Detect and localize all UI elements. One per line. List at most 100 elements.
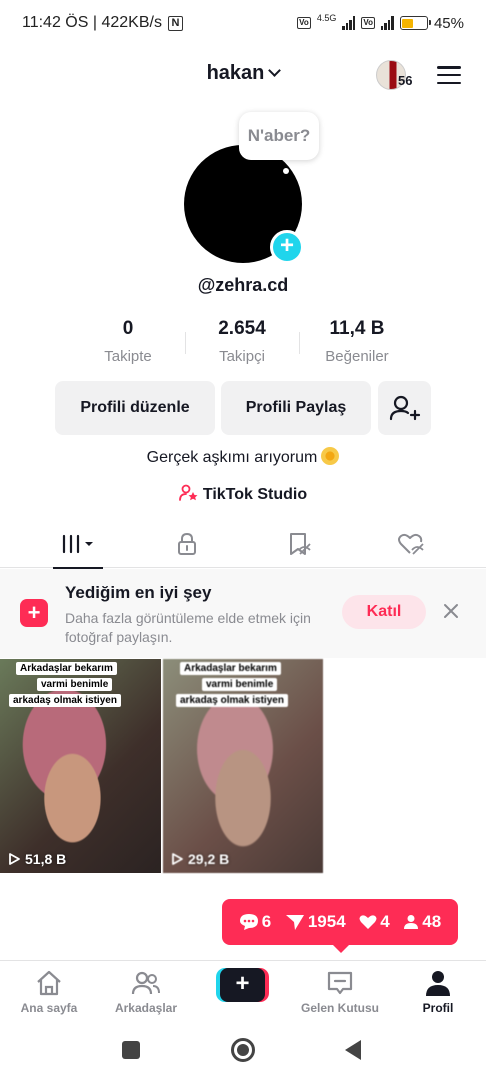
nfc-icon: N xyxy=(167,15,183,31)
recents-icon[interactable] xyxy=(122,1041,140,1059)
profile-stats: 0 Takipte 2.654 Takipçi 11,4 B Beğeniler xyxy=(0,318,486,368)
username-label: hakan xyxy=(206,62,265,84)
followers-count-group: 48 xyxy=(403,912,441,932)
profile-bio: Gerçek aşkımı arıyorum xyxy=(0,447,486,467)
stat-likes[interactable]: 11,4 B Beğeniler xyxy=(297,318,417,365)
status-time: 11:42 ÖS | 422KB/s xyxy=(22,14,162,31)
inbox-icon xyxy=(327,971,353,995)
nav-friends-label: Arkadaşlar xyxy=(114,1001,178,1015)
play-icon xyxy=(172,853,183,865)
flower-emoji-icon xyxy=(321,447,340,465)
comments-count-group: 6 xyxy=(239,912,271,932)
stat-label: Takipçi xyxy=(219,348,265,365)
note-bubble[interactable]: N'aber? xyxy=(239,112,319,160)
views-count: 51,8 B xyxy=(25,851,67,867)
home-circle-icon[interactable] xyxy=(231,1038,255,1062)
stat-value: 2.654 xyxy=(218,318,266,339)
promo-title: Yediğim en iyi şey xyxy=(65,583,212,602)
bottom-navigation: Ana sayfa Arkadaşlar + Gelen Kutusu Prof… xyxy=(0,960,486,1022)
tab-liked[interactable] xyxy=(350,520,471,568)
stat-followers[interactable]: 2.654 Takipçi xyxy=(182,318,302,365)
share-profile-button[interactable]: Profili Paylaş xyxy=(221,381,371,435)
close-icon[interactable] xyxy=(441,601,461,621)
edit-profile-button[interactable]: Profili düzenle xyxy=(55,381,215,435)
stat-following[interactable]: 0 Takipte xyxy=(68,318,188,365)
volte-icon-2: Vo xyxy=(361,17,375,29)
stat-value: 0 xyxy=(122,318,134,339)
account-switcher[interactable]: hakan xyxy=(0,62,486,85)
profile-handle: @zehra.cd xyxy=(197,275,289,295)
stat-label: Takipte xyxy=(104,348,152,365)
tab-videos[interactable] xyxy=(17,520,138,569)
tiktok-studio-link[interactable]: TikTok Studio xyxy=(0,484,486,504)
nav-inbox-label: Gelen Kutusu xyxy=(300,1001,379,1015)
video-caption-line: Arkadaşlar bekarım xyxy=(16,662,117,675)
nav-inbox[interactable]: Gelen Kutusu xyxy=(292,969,388,1015)
nav-friends[interactable]: Arkadaşlar xyxy=(98,969,194,1015)
activity-notification[interactable]: 6 1954 4 48 xyxy=(222,899,458,953)
share-arrow-icon xyxy=(285,915,304,930)
video-caption-line: varmi benimle xyxy=(202,678,278,691)
likes-count-group: 4 xyxy=(359,912,390,932)
nav-home-label: Ana sayfa xyxy=(20,1001,78,1015)
video-caption-line: varmi benimle xyxy=(37,678,113,691)
video-caption-line: Arkadaşlar bekarım xyxy=(180,662,281,675)
status-bar: 11:42 ÖS | 422KB/s N Vo 4.5G Vo 45% xyxy=(0,0,486,46)
video-views: 51,8 B xyxy=(8,851,66,867)
heart-hidden-icon xyxy=(397,533,424,555)
signal-icon xyxy=(342,16,356,30)
story-count: 56 xyxy=(398,73,413,88)
promo-banner: + Yediğim en iyi şey Daha fazla görüntül… xyxy=(0,569,486,658)
video-views: 29,2 B xyxy=(171,851,229,867)
stat-value: 11,4 B xyxy=(329,318,385,339)
tab-saved[interactable] xyxy=(239,520,360,568)
nav-profile[interactable]: Profil xyxy=(390,969,486,1015)
studio-label: TikTok Studio xyxy=(202,486,308,503)
heart-icon xyxy=(359,915,377,929)
comment-icon xyxy=(239,914,258,930)
add-avatar-icon[interactable]: + xyxy=(270,230,304,264)
back-icon[interactable] xyxy=(345,1040,361,1060)
profile-icon xyxy=(426,971,450,996)
followers-count: 48 xyxy=(422,912,442,931)
bookmark-hidden-icon xyxy=(289,533,311,555)
play-icon xyxy=(9,853,20,865)
join-button[interactable]: Katıl xyxy=(342,595,426,629)
video-caption-line: arkadaş olmak istiyen xyxy=(9,694,121,707)
person-icon xyxy=(404,915,419,929)
shares-count-group: 1954 xyxy=(285,912,346,932)
chevron-down-icon xyxy=(268,64,282,77)
stat-label: Beğeniler xyxy=(325,348,389,365)
bubble-tail xyxy=(283,168,289,174)
plus-icon: + xyxy=(220,968,265,1002)
grid-icon xyxy=(62,534,93,554)
add-friend-button[interactable] xyxy=(378,381,431,435)
profile-header: hakan 56 xyxy=(0,52,486,96)
tab-private[interactable] xyxy=(126,520,247,568)
bio-text: Gerçek aşkımı arıyorum xyxy=(146,449,318,466)
nav-home[interactable]: Ana sayfa xyxy=(1,969,97,1015)
views-count: 29,2 B xyxy=(188,851,230,867)
signal-icon-2 xyxy=(380,16,394,30)
studio-person-icon xyxy=(178,484,198,501)
comments-count: 6 xyxy=(261,912,272,931)
add-person-icon xyxy=(389,395,421,421)
nav-profile-label: Profil xyxy=(422,1001,454,1015)
promo-subtitle: Daha fazla görüntüleme elde etmek için f… xyxy=(65,610,311,645)
volte-icon: Vo xyxy=(297,17,311,29)
system-navigation xyxy=(0,1022,486,1080)
video-caption-line: arkadaş olmak istiyen xyxy=(176,694,288,707)
likes-count: 4 xyxy=(380,912,390,931)
video-thumbnail[interactable]: Arkadaşlar bekarım varmi benimle arkadaş… xyxy=(0,659,161,873)
battery-percent: 45% xyxy=(433,14,464,32)
lock-icon xyxy=(177,532,196,555)
friends-icon xyxy=(131,971,160,995)
video-thumbnail[interactable]: Arkadaşlar bekarım varmi benimle arkadaş… xyxy=(163,659,323,873)
network-type: 4.5G xyxy=(316,13,337,23)
add-photo-icon: + xyxy=(20,599,48,627)
menu-icon[interactable] xyxy=(437,66,461,84)
home-icon xyxy=(37,970,61,996)
battery-icon xyxy=(399,16,431,30)
create-button[interactable]: + xyxy=(216,968,269,1002)
shares-count: 1954 xyxy=(307,912,346,931)
